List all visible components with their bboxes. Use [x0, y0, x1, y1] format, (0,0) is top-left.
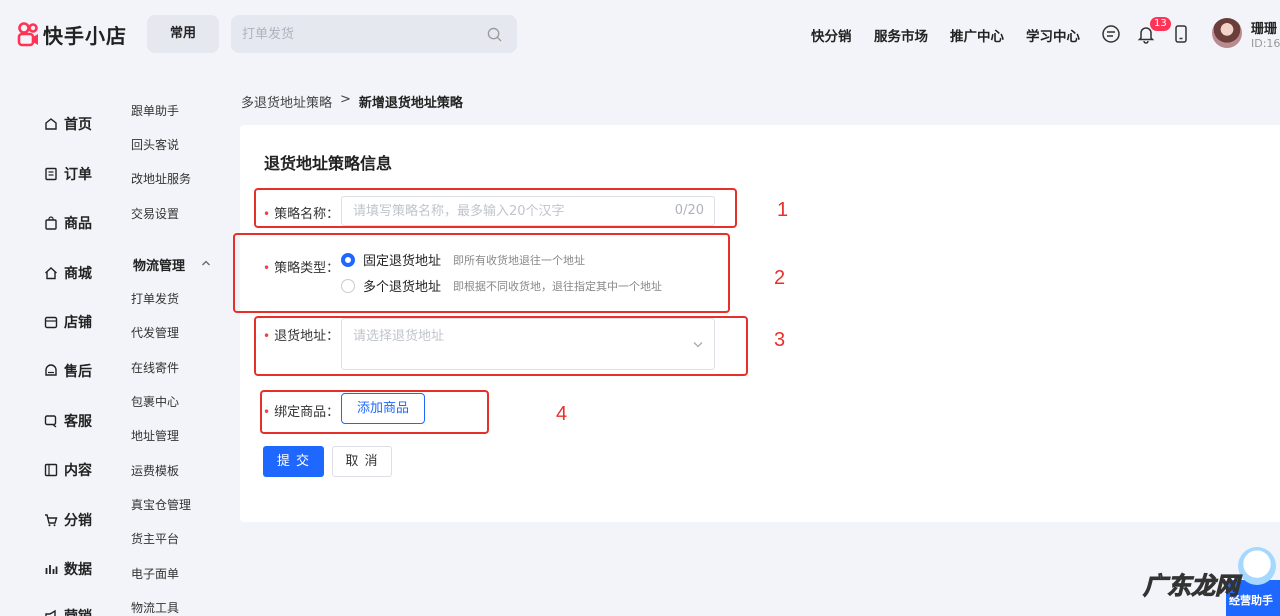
subnav-freight-template[interactable]: 运费模板: [131, 462, 179, 479]
search-icon[interactable]: [487, 27, 502, 42]
cancel-button[interactable]: 取 消: [332, 446, 392, 477]
subnav-logistics-tools[interactable]: 物流工具: [131, 599, 179, 616]
sidebar-item-products[interactable]: 商品: [44, 213, 92, 233]
notification-badge: 13: [1150, 17, 1171, 31]
subnav-e-waybill[interactable]: 电子面单: [131, 565, 179, 582]
bar-chart-icon: [45, 565, 58, 574]
sidebar-item-store[interactable]: 店铺: [44, 312, 92, 332]
annotation-number-2: 2: [774, 267, 786, 289]
subnav-print-ship[interactable]: 打单发货: [131, 290, 179, 307]
brand-logo[interactable]: 快手小店: [17, 20, 127, 49]
sidebar-label: 数据: [64, 562, 92, 578]
nav-service-market[interactable]: 服务市场: [874, 25, 928, 45]
global-search: [231, 15, 517, 53]
brand-name: 快手小店: [43, 24, 127, 48]
subnav-change-address[interactable]: 改地址服务: [131, 170, 191, 187]
cart-icon: [45, 514, 58, 527]
subnav-repeat-customer[interactable]: 回头客说: [131, 136, 179, 153]
annotation-box-1: [254, 188, 737, 228]
sidebar-item-home[interactable]: 首页: [44, 114, 92, 134]
assistant-robot-icon[interactable]: [1238, 547, 1276, 585]
mall-icon: [45, 267, 57, 280]
annotation-number-4: 4: [556, 403, 568, 425]
common-menu-button[interactable]: 常用: [147, 15, 219, 53]
order-icon: [45, 167, 57, 181]
subnav-online-send[interactable]: 在线寄件: [131, 359, 179, 376]
nav-promotion-center[interactable]: 推广中心: [950, 25, 1004, 45]
subnav-trade-settings[interactable]: 交易设置: [131, 205, 179, 222]
sidebar-label: 商品: [64, 216, 92, 232]
sidebar-label: 商城: [64, 266, 92, 282]
after-sales-icon: [45, 364, 57, 376]
annotation-box-3: [254, 316, 748, 376]
bag-icon: [45, 216, 57, 230]
sidebar-item-mall[interactable]: 商城: [44, 263, 92, 283]
content-icon: [44, 463, 58, 477]
sidebar-label: 客服: [64, 414, 92, 430]
annotation-number-1: 1: [777, 199, 789, 221]
message-icon[interactable]: [1101, 24, 1121, 44]
sidebar-label: 店铺: [64, 315, 92, 331]
mobile-icon[interactable]: [1171, 24, 1191, 44]
store-icon: [44, 316, 58, 329]
nav-learning-center[interactable]: 学习中心: [1026, 25, 1080, 45]
sidebar-item-orders[interactable]: 订单: [44, 164, 92, 184]
sidebar-label: 分销: [64, 513, 92, 529]
annotation-box-2: [233, 233, 730, 313]
sidebar-item-after-sales[interactable]: 售后: [44, 361, 92, 381]
nav-kuaifenxiao[interactable]: 快分销: [811, 25, 852, 45]
breadcrumb: 多退货地址策略 > 新增退货地址策略: [241, 92, 463, 111]
subnav-follow-assistant[interactable]: 跟单助手: [131, 102, 179, 119]
sidebar-label: 营销: [64, 606, 92, 616]
subnav-address-management[interactable]: 地址管理: [131, 427, 179, 444]
sidebar-item-content[interactable]: 内容: [44, 460, 92, 480]
chat-icon: [44, 415, 57, 428]
sidebar-label: 售后: [64, 364, 92, 380]
chevron-up-icon[interactable]: [200, 257, 212, 269]
marketing-icon: [45, 609, 56, 616]
avatar[interactable]: [1212, 18, 1242, 48]
subnav-dropship[interactable]: 代发管理: [131, 324, 179, 341]
sidebar-label: 订单: [64, 167, 92, 183]
page-title: 退货地址策略信息: [264, 154, 393, 173]
subnav-group-logistics[interactable]: 物流管理: [133, 255, 185, 274]
annotation-number-3: 3: [774, 329, 786, 351]
subnav-shipper-platform[interactable]: 货主平台: [131, 530, 179, 547]
user-name: 珊珊: [1251, 22, 1278, 37]
sidebar-label: 内容: [64, 463, 92, 479]
search-input[interactable]: [231, 15, 471, 53]
user-id: ID:169: [1251, 37, 1280, 50]
subnav-warehouse[interactable]: 真宝仓管理: [131, 496, 191, 513]
sidebar-item-marketing[interactable]: 营销: [44, 606, 92, 616]
sidebar-item-distribution[interactable]: 分销: [44, 510, 92, 530]
watermark: 广东龙网: [1143, 572, 1240, 601]
breadcrumb-parent[interactable]: 多退货地址策略: [241, 92, 332, 111]
annotation-box-4: [260, 390, 489, 434]
home-icon: [45, 118, 57, 130]
breadcrumb-separator: >: [340, 92, 351, 107]
sidebar-item-customer-service[interactable]: 客服: [44, 411, 92, 431]
kuaishou-logo-icon: [17, 21, 38, 46]
submit-button[interactable]: 提 交: [263, 446, 324, 477]
sidebar-label: 首页: [64, 117, 92, 133]
breadcrumb-current: 新增退货地址策略: [358, 96, 463, 111]
sidebar-item-data[interactable]: 数据: [44, 559, 92, 579]
top-bar: 快手小店 常用 快分销 服务市场 推广中心 学习中心 13 珊珊 ID:169: [0, 0, 1280, 70]
subnav-package-center[interactable]: 包裹中心: [131, 393, 179, 410]
